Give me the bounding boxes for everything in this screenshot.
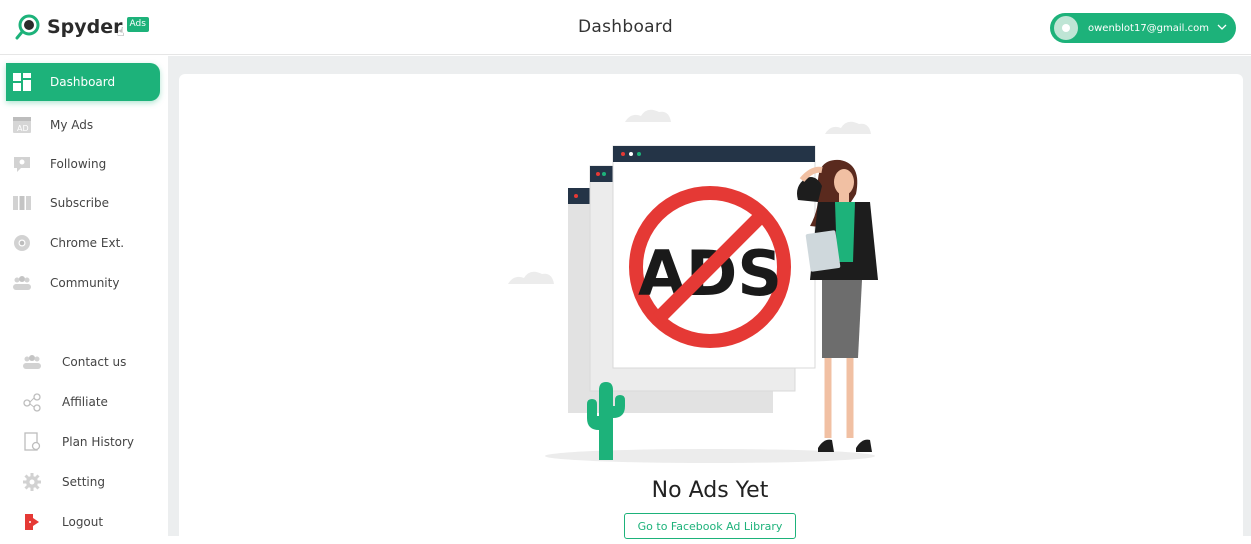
logout-icon bbox=[22, 512, 42, 532]
plan-history-icon bbox=[22, 432, 42, 452]
empty-state-title: No Ads Yet bbox=[651, 478, 769, 503]
contact-icon bbox=[22, 352, 42, 372]
sidebar-item-label: My Ads bbox=[50, 118, 94, 132]
sidebar-item-label: Contact us bbox=[62, 355, 127, 369]
sidebar-item-label: Dashboard bbox=[50, 75, 116, 89]
sidebar-item-following[interactable]: Following bbox=[6, 145, 160, 183]
sidebar-item-label: Subscribe bbox=[50, 196, 109, 210]
sidebar-item-label: Following bbox=[50, 157, 107, 171]
chevron-down-icon bbox=[1217, 23, 1227, 34]
sidebar-item-label: Setting bbox=[62, 475, 105, 489]
facebook-ad-library-button[interactable]: Go to Facebook Ad Library bbox=[624, 513, 796, 539]
sidebar-item-setting[interactable]: Setting bbox=[6, 463, 160, 501]
sidebar-item-community[interactable]: Community bbox=[6, 264, 160, 302]
avatar bbox=[1054, 16, 1078, 40]
sidebar-item-logout[interactable]: Logout bbox=[6, 503, 160, 541]
chrome-icon bbox=[12, 233, 32, 253]
sidebar-item-label: Chrome Ext. bbox=[50, 236, 125, 250]
subscribe-icon bbox=[12, 193, 32, 213]
user-email: owenblot17@gmail.com bbox=[1088, 22, 1209, 34]
sidebar-item-label: Logout bbox=[62, 515, 104, 529]
ad-icon: AD bbox=[12, 115, 32, 135]
sidebar-item-label: Affiliate bbox=[62, 395, 108, 409]
sidebar-item-label: Community bbox=[50, 276, 120, 290]
sidebar-item-contact-us[interactable]: Contact us bbox=[6, 343, 160, 381]
sidebar-item-affiliate[interactable]: Affiliate bbox=[6, 383, 160, 421]
dashboard-icon bbox=[12, 72, 32, 92]
sidebar: Dashboard AD My Ads Following Subscribe … bbox=[0, 56, 168, 536]
sidebar-item-label: Plan History bbox=[62, 435, 135, 449]
sidebar-item-my-ads[interactable]: AD My Ads bbox=[6, 106, 160, 144]
sidebar-item-subscribe[interactable]: Subscribe bbox=[6, 184, 160, 222]
svg-text:AD: AD bbox=[17, 124, 29, 133]
user-menu-button[interactable]: owenblot17@gmail.com bbox=[1050, 13, 1236, 43]
following-icon bbox=[12, 154, 32, 174]
no-ads-illustration: ADS bbox=[500, 100, 920, 470]
affiliate-icon bbox=[22, 392, 42, 412]
community-icon bbox=[12, 273, 32, 293]
gear-icon bbox=[22, 472, 42, 492]
sidebar-item-plan-history[interactable]: Plan History bbox=[6, 423, 160, 461]
top-bar: Spyder Ads ☝ Dashboard owenblot17@gmail.… bbox=[0, 0, 1251, 55]
sidebar-item-dashboard[interactable]: Dashboard bbox=[6, 63, 160, 101]
sidebar-item-chrome-ext[interactable]: Chrome Ext. bbox=[6, 224, 160, 262]
